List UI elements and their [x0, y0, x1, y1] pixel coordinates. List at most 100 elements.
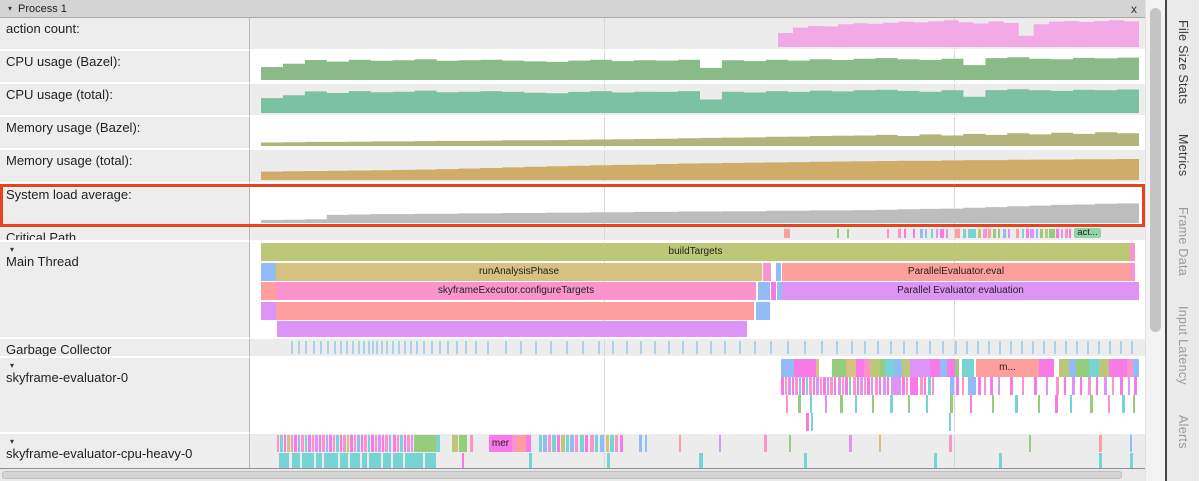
tab-metrics[interactable]: Metrics	[1176, 134, 1190, 176]
trace-event-tick[interactable]	[1036, 229, 1038, 238]
trace-slice[interactable]	[287, 435, 290, 452]
trace-slice[interactable]	[343, 435, 346, 452]
collapse-arrow-icon[interactable]: ▾	[10, 437, 242, 446]
trace-slice[interactable]	[292, 453, 300, 470]
trace-slice[interactable]	[840, 395, 843, 413]
gc-event-tick[interactable]	[864, 341, 866, 354]
trace-slice[interactable]	[1130, 243, 1135, 261]
gc-event-tick[interactable]	[668, 341, 670, 354]
gc-event-tick[interactable]	[520, 341, 522, 354]
trace-event-tick[interactable]	[963, 229, 966, 238]
trace-slice[interactable]	[347, 435, 349, 452]
trace-slice[interactable]	[298, 435, 300, 452]
trace-slice[interactable]	[930, 359, 940, 377]
gc-event-tick[interactable]	[465, 341, 467, 354]
main-thread-chart[interactable]: buildTargetsrunAnalysisPhaseParallelEval…	[250, 242, 1145, 339]
gc-event-tick[interactable]	[404, 341, 406, 354]
gc-event-tick[interactable]	[598, 341, 600, 354]
trace-slice[interactable]	[414, 435, 436, 452]
gc-event-tick[interactable]	[988, 341, 990, 354]
trace-slice[interactable]	[902, 377, 905, 395]
trace-slice[interactable]	[834, 377, 836, 395]
trace-slice[interactable]	[795, 377, 798, 395]
trace-event-tick[interactable]	[1061, 229, 1063, 238]
trace-slice[interactable]	[845, 377, 848, 395]
gc-event-tick[interactable]	[1076, 341, 1078, 354]
trace-slice[interactable]	[871, 377, 873, 395]
gc-event-tick[interactable]	[431, 341, 433, 354]
gc-event-tick[interactable]	[966, 341, 968, 354]
trace-slice[interactable]	[371, 435, 374, 452]
trace-event-tick[interactable]	[993, 229, 996, 238]
garbage-collector-chart[interactable]	[250, 339, 1145, 358]
trace-event-tick[interactable]	[1056, 229, 1059, 238]
trace-slice[interactable]	[786, 395, 788, 413]
gc-event-tick[interactable]	[724, 341, 726, 354]
trace-slice[interactable]	[756, 302, 770, 320]
memory-usage-bazel-chart[interactable]	[250, 117, 1145, 150]
trace-slice[interactable]	[620, 435, 623, 452]
trace-slice[interactable]	[425, 453, 436, 470]
gc-event-tick[interactable]	[821, 341, 823, 354]
trace-event-tick[interactable]	[837, 229, 839, 238]
trace-slice[interactable]	[548, 435, 551, 452]
trace-slice[interactable]	[333, 435, 335, 452]
trace-slice[interactable]	[990, 377, 993, 395]
gc-event-tick[interactable]	[439, 341, 441, 354]
trace-slice[interactable]	[407, 435, 410, 452]
trace-slice[interactable]	[1133, 395, 1135, 413]
trace-slice[interactable]	[361, 435, 363, 452]
gc-event-tick[interactable]	[456, 341, 458, 354]
trace-slice[interactable]	[832, 359, 846, 377]
trace-slice[interactable]	[312, 435, 314, 452]
trace-slice[interactable]	[397, 435, 399, 452]
gc-event-tick[interactable]	[313, 341, 315, 354]
trace-event-tick[interactable]	[1065, 229, 1068, 238]
trace-slice[interactable]	[798, 395, 801, 413]
trace-slice[interactable]	[607, 453, 610, 470]
trace-event-tick[interactable]	[988, 229, 991, 238]
gc-event-tick[interactable]	[942, 341, 944, 354]
trace-slice[interactable]	[764, 435, 767, 452]
gc-event-tick[interactable]	[682, 341, 684, 354]
trace-slice[interactable]	[322, 435, 325, 452]
trace-slice[interactable]	[794, 359, 816, 377]
trace-slice[interactable]	[875, 377, 878, 395]
trace-slice[interactable]	[1022, 377, 1024, 395]
trace-slice-skyframeexecutor-configuretargets[interactable]: skyframeExecutor.configureTargets	[276, 282, 756, 300]
trace-slice[interactable]	[999, 453, 1002, 470]
trace-slice[interactable]	[552, 435, 556, 452]
trace-slice[interactable]	[1010, 377, 1013, 395]
gc-event-tick[interactable]	[535, 341, 537, 354]
gc-event-tick[interactable]	[1131, 341, 1133, 354]
trace-slice[interactable]	[305, 435, 307, 452]
gc-event-tick[interactable]	[327, 341, 329, 354]
trace-slice[interactable]	[324, 453, 338, 470]
tab-file-size-stats[interactable]: File Size Stats	[1176, 20, 1190, 104]
trace-event-tick[interactable]	[847, 229, 849, 238]
trace-slice[interactable]	[1122, 395, 1125, 413]
trace-slice[interactable]	[385, 435, 388, 452]
gc-event-tick[interactable]	[640, 341, 642, 354]
trace-slice[interactable]	[890, 395, 893, 413]
trace-slice[interactable]	[799, 377, 801, 395]
trace-slice[interactable]	[802, 377, 805, 395]
trace-event-tick[interactable]	[1069, 229, 1071, 238]
trace-slice[interactable]	[940, 359, 947, 377]
trace-slice[interactable]	[763, 263, 771, 281]
trace-slice[interactable]	[1096, 377, 1098, 395]
trace-slice[interactable]	[883, 377, 886, 395]
gc-event-tick[interactable]	[739, 341, 741, 354]
trace-slice[interactable]	[277, 321, 747, 339]
trace-slice[interactable]	[357, 435, 360, 452]
gc-event-tick[interactable]	[1098, 341, 1100, 354]
trace-slice[interactable]	[316, 453, 322, 470]
trace-slice[interactable]	[838, 377, 841, 395]
trace-slice[interactable]	[606, 435, 609, 452]
trace-event-tick[interactable]	[978, 229, 981, 238]
trace-slice[interactable]	[776, 263, 781, 281]
trace-slice[interactable]	[719, 435, 721, 452]
gc-event-tick[interactable]	[372, 341, 374, 354]
trace-slice[interactable]	[529, 453, 532, 470]
gc-event-tick[interactable]	[392, 341, 394, 354]
